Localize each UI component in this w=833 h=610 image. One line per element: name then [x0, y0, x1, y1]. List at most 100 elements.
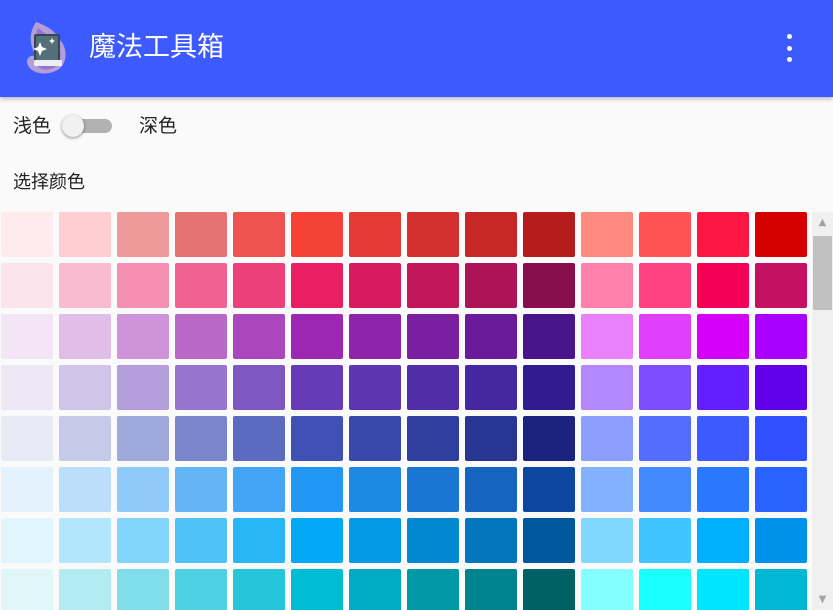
scroll-down-arrow-icon[interactable]: ▼ — [812, 589, 833, 610]
color-swatch[interactable] — [407, 212, 459, 257]
color-swatch[interactable] — [639, 416, 691, 461]
color-swatch[interactable] — [697, 518, 749, 563]
color-swatch[interactable] — [59, 212, 111, 257]
color-swatch[interactable] — [175, 263, 227, 308]
color-swatch[interactable] — [1, 263, 53, 308]
color-swatch[interactable] — [175, 365, 227, 410]
color-swatch[interactable] — [755, 263, 807, 308]
color-swatch[interactable] — [639, 365, 691, 410]
color-swatch[interactable] — [407, 569, 459, 610]
theme-toggle[interactable] — [62, 115, 112, 137]
color-swatch[interactable] — [59, 569, 111, 610]
color-swatch[interactable] — [697, 314, 749, 359]
color-swatch[interactable] — [175, 569, 227, 610]
color-swatch[interactable] — [291, 518, 343, 563]
scroll-up-arrow-icon[interactable]: ▲ — [812, 212, 833, 233]
color-swatch[interactable] — [639, 569, 691, 610]
color-swatch[interactable] — [523, 518, 575, 563]
color-swatch[interactable] — [349, 263, 401, 308]
color-swatch[interactable] — [1, 365, 53, 410]
color-swatch[interactable] — [755, 212, 807, 257]
color-swatch[interactable] — [465, 365, 517, 410]
color-swatch[interactable] — [465, 212, 517, 257]
color-swatch[interactable] — [291, 212, 343, 257]
color-swatch[interactable] — [117, 569, 169, 610]
color-swatch[interactable] — [175, 518, 227, 563]
color-swatch[interactable] — [523, 569, 575, 610]
color-swatch[interactable] — [1, 518, 53, 563]
color-swatch[interactable] — [291, 467, 343, 512]
color-swatch[interactable] — [117, 263, 169, 308]
color-swatch[interactable] — [523, 365, 575, 410]
color-swatch[interactable] — [233, 365, 285, 410]
color-swatch[interactable] — [117, 518, 169, 563]
color-swatch[interactable] — [465, 569, 517, 610]
color-swatch[interactable] — [755, 365, 807, 410]
color-swatch[interactable] — [291, 365, 343, 410]
color-swatch[interactable] — [465, 314, 517, 359]
color-swatch[interactable] — [1, 467, 53, 512]
color-swatch[interactable] — [697, 212, 749, 257]
color-swatch[interactable] — [581, 314, 633, 359]
color-swatch[interactable] — [581, 467, 633, 512]
color-swatch[interactable] — [465, 467, 517, 512]
color-swatch[interactable] — [349, 569, 401, 610]
color-swatch[interactable] — [349, 314, 401, 359]
color-swatch[interactable] — [755, 467, 807, 512]
color-swatch[interactable] — [465, 416, 517, 461]
color-swatch[interactable] — [465, 518, 517, 563]
color-swatch[interactable] — [117, 416, 169, 461]
color-swatch[interactable] — [697, 467, 749, 512]
color-swatch[interactable] — [523, 263, 575, 308]
color-swatch[interactable] — [639, 263, 691, 308]
color-swatch[interactable] — [233, 263, 285, 308]
color-swatch[interactable] — [117, 212, 169, 257]
color-swatch[interactable] — [581, 212, 633, 257]
color-swatch[interactable] — [407, 518, 459, 563]
color-swatch[interactable] — [581, 416, 633, 461]
color-swatch[interactable] — [697, 569, 749, 610]
color-swatch[interactable] — [349, 518, 401, 563]
color-swatch[interactable] — [349, 467, 401, 512]
color-swatch[interactable] — [697, 416, 749, 461]
color-swatch[interactable] — [639, 212, 691, 257]
color-swatch[interactable] — [523, 212, 575, 257]
color-swatch[interactable] — [407, 416, 459, 461]
color-swatch[interactable] — [639, 467, 691, 512]
color-swatch[interactable] — [697, 263, 749, 308]
color-swatch[interactable] — [233, 212, 285, 257]
color-swatch[interactable] — [233, 314, 285, 359]
scrollbar-thumb[interactable] — [813, 236, 832, 310]
color-swatch[interactable] — [59, 365, 111, 410]
color-swatch[interactable] — [639, 314, 691, 359]
color-swatch[interactable] — [349, 416, 401, 461]
color-swatch[interactable] — [465, 263, 517, 308]
color-swatch[interactable] — [697, 365, 749, 410]
color-swatch[interactable] — [407, 365, 459, 410]
color-swatch[interactable] — [59, 314, 111, 359]
color-swatch[interactable] — [117, 365, 169, 410]
color-swatch[interactable] — [59, 467, 111, 512]
color-swatch[interactable] — [233, 518, 285, 563]
color-swatch[interactable] — [755, 314, 807, 359]
color-swatch[interactable] — [581, 518, 633, 563]
color-swatch[interactable] — [581, 365, 633, 410]
color-swatch[interactable] — [59, 416, 111, 461]
color-swatch[interactable] — [291, 569, 343, 610]
color-swatch[interactable] — [523, 416, 575, 461]
color-swatch[interactable] — [291, 314, 343, 359]
color-swatch[interactable] — [175, 416, 227, 461]
color-swatch[interactable] — [291, 263, 343, 308]
color-swatch[interactable] — [59, 518, 111, 563]
color-swatch[interactable] — [291, 416, 343, 461]
color-swatch[interactable] — [175, 467, 227, 512]
more-options-icon[interactable] — [776, 30, 802, 66]
color-swatch[interactable] — [581, 569, 633, 610]
color-swatch[interactable] — [349, 212, 401, 257]
color-swatch[interactable] — [1, 416, 53, 461]
color-swatch[interactable] — [233, 569, 285, 610]
color-swatch[interactable] — [59, 263, 111, 308]
color-swatch[interactable] — [349, 365, 401, 410]
color-swatch[interactable] — [581, 263, 633, 308]
color-swatch[interactable] — [523, 314, 575, 359]
